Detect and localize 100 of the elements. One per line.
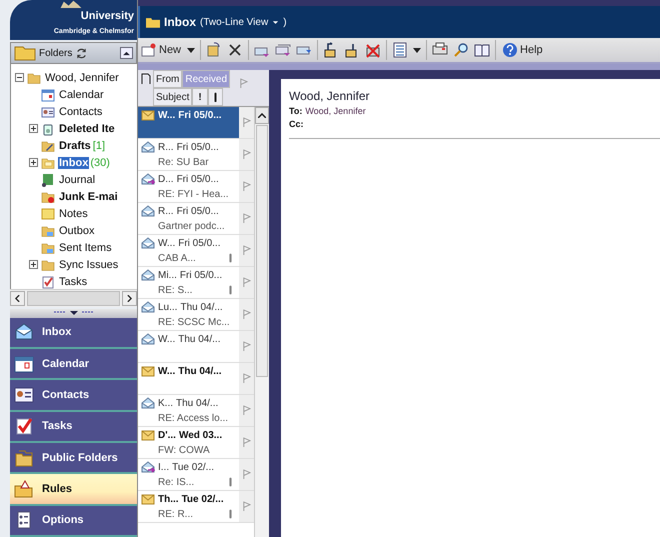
address-book-icon[interactable]: [474, 42, 490, 58]
message-row[interactable]: Mi... Fri 05/0... RE: S...: [138, 267, 254, 299]
message-subject: RE: R...: [158, 508, 194, 520]
message-date: Tue 02/...: [172, 462, 214, 472]
splitter-handle[interactable]: [10, 308, 137, 318]
message-sender: W...: [158, 238, 176, 248]
recipient-name[interactable]: Wood, Jennifer: [305, 106, 366, 116]
folder-item[interactable]: Outbox: [58, 224, 96, 236]
message-row[interactable]: R... Fri 05/0... Re: SU Bar: [138, 139, 254, 171]
message-sender: W...: [158, 110, 176, 120]
list-icon[interactable]: [392, 42, 408, 58]
sent-folder-icon: [41, 240, 55, 254]
collapse-toggle[interactable]: [15, 73, 24, 82]
expand-toggle[interactable]: [29, 158, 38, 167]
folder-item[interactable]: Inbox: [58, 156, 90, 168]
folder-title: Inbox: [164, 15, 196, 29]
message-date: Fri 05/0...: [176, 174, 219, 184]
folder-item[interactable]: Notes: [58, 208, 89, 220]
message-sender: Th...: [158, 494, 179, 504]
message-subject: RE: SCSC Mc...: [158, 316, 230, 328]
message-row[interactable]: D... Fri 05/0... RE: FYI - Hea...: [138, 171, 254, 203]
message-subject: CAB A...: [158, 252, 196, 264]
unread-count: [1]: [92, 140, 106, 152]
move-icon[interactable]: [206, 42, 222, 58]
view-selector[interactable]: (Two-Line View: [200, 16, 268, 28]
delete-icon[interactable]: [227, 42, 244, 58]
help-button[interactable]: Help: [501, 42, 544, 58]
message-sender: W...: [158, 334, 176, 344]
message-sender: D'...: [158, 430, 176, 440]
message-date: Tue 02/...: [182, 494, 224, 504]
horizontal-scrollbar[interactable]: [10, 288, 137, 306]
view-selector-end: ): [283, 16, 287, 28]
message-row[interactable]: K... Thu 04/... RE: Access lo...: [138, 395, 254, 427]
refresh-icon[interactable]: [75, 46, 88, 60]
message-sender: Lu...: [158, 302, 178, 312]
field-label: To:: [289, 106, 302, 116]
folder-icon: [14, 478, 34, 499]
folder-item[interactable]: Calendar: [58, 88, 105, 100]
message-date: Wed 03...: [178, 430, 222, 440]
message-row[interactable]: W... Thu 04/...: [138, 363, 254, 395]
scroll-right-icon[interactable]: [127, 294, 132, 302]
message-row[interactable]: I... Tue 02/... Re: IS...: [138, 459, 254, 491]
vertical-scrollbar[interactable]: [254, 107, 269, 537]
message-sender: R...: [158, 206, 174, 216]
folders-icon: [14, 448, 34, 468]
folder-item[interactable]: Tasks: [58, 276, 88, 288]
folder-item[interactable]: Sync Issues: [58, 258, 120, 270]
collapse-button[interactable]: [120, 47, 133, 59]
message-row[interactable]: W... Thu 04/...: [138, 331, 254, 363]
logo-text: University: [80, 10, 134, 22]
message-row[interactable]: W... Fri 05/0...: [138, 107, 254, 139]
caret-icon[interactable]: [413, 48, 422, 52]
message-sender: D...: [158, 174, 174, 184]
message-row[interactable]: Lu... Thu 04/... RE: SCSC Mc...: [138, 299, 254, 331]
column-header[interactable]: From: [153, 70, 182, 88]
trash-icon: [41, 122, 55, 136]
document-icon: [141, 73, 151, 85]
envelope-icon: [14, 322, 34, 342]
message-subject: Re: SU Bar: [158, 156, 209, 168]
column-header[interactable]: Subject: [153, 88, 192, 106]
expand-toggle[interactable]: [29, 124, 38, 133]
search-icon[interactable]: [453, 42, 470, 58]
message-row[interactable]: D'... Wed 03... FW: COWA: [138, 427, 254, 459]
folder-item[interactable]: Contacts: [58, 106, 104, 118]
outbox-folder-icon: [41, 224, 55, 238]
unread-count: (30): [90, 156, 110, 168]
folder-icon: [41, 258, 55, 272]
drafts-folder-icon: [41, 138, 55, 152]
junk-folder-icon: [41, 190, 55, 204]
reply-all-icon[interactable]: [275, 42, 292, 58]
folder-item[interactable]: Wood, Jennifer: [44, 72, 120, 84]
folder-item[interactable]: Deleted Ite: [58, 122, 116, 134]
nav-button[interactable]: Rules: [10, 474, 137, 506]
journal-icon: [41, 172, 55, 186]
message-date: Thu 04/...: [178, 366, 222, 376]
mailbox-icon: [27, 70, 41, 84]
caret-icon[interactable]: [187, 48, 196, 52]
caret-icon[interactable]: [272, 20, 280, 24]
message-sender: I...: [158, 462, 170, 472]
message-subject: RE: Access lo...: [158, 412, 228, 424]
message-row[interactable]: R... Fri 05/0... Gartner podc...: [138, 203, 254, 235]
message-sender: K...: [158, 398, 174, 408]
scroll-up-icon[interactable]: [258, 113, 266, 118]
folder-item[interactable]: Drafts: [58, 140, 92, 152]
message-row[interactable]: W... Fri 05/0... CAB A...: [138, 235, 254, 267]
panel-title: Folders: [39, 48, 72, 58]
folder-item[interactable]: Junk E-mai: [58, 190, 119, 202]
expand-toggle[interactable]: [29, 260, 38, 269]
folder-item[interactable]: Journal: [58, 174, 96, 186]
new-button[interactable]: New: [140, 42, 182, 58]
message-date: Fri 05/0...: [176, 142, 219, 152]
scroll-left-icon[interactable]: [15, 294, 20, 302]
sender-name: Wood, Jennifer: [289, 89, 370, 103]
message-row[interactable]: Th... Tue 02/... RE: R...: [138, 491, 254, 523]
folder-item[interactable]: Sent Items: [58, 242, 113, 254]
block-icon[interactable]: [365, 42, 382, 58]
message-sender: W...: [158, 366, 176, 376]
column-header[interactable]: !: [192, 88, 208, 106]
folder-icon: [14, 45, 36, 61]
message-subject: RE: FYI - Hea...: [158, 188, 229, 200]
